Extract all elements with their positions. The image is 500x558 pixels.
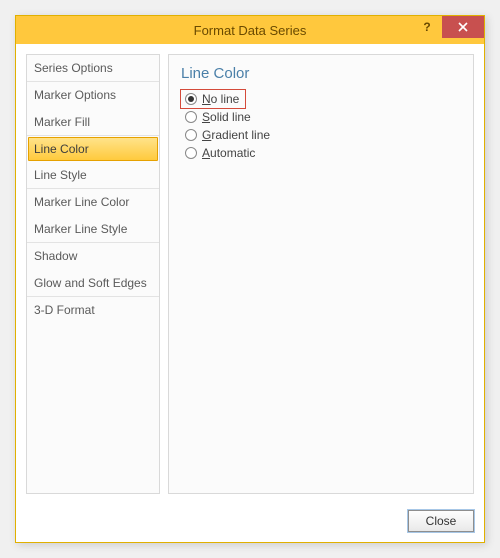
sidebar-item-series-options[interactable]: Series Options	[27, 55, 159, 82]
sidebar-item-marker-line-color[interactable]: Marker Line Color	[27, 189, 159, 216]
content-pane: Line Color No line Solid line Gradient l…	[168, 54, 474, 494]
titlebar: Format Data Series ?	[16, 16, 484, 44]
radio-icon	[185, 93, 197, 105]
sidebar-item-label: Glow and Soft Edges	[34, 276, 147, 290]
radio-option-solid-line[interactable]: Solid line	[181, 108, 461, 126]
sidebar-item-shadow[interactable]: Shadow	[27, 243, 159, 270]
sidebar-item-glow-soft-edges[interactable]: Glow and Soft Edges	[27, 270, 159, 297]
close-button-label: Close	[426, 514, 457, 528]
sidebar-item-label: Marker Line Style	[34, 222, 127, 236]
radio-icon	[185, 129, 197, 141]
sidebar-item-3d-format[interactable]: 3-D Format	[27, 297, 159, 324]
sidebar-item-label: Line Color	[34, 142, 89, 156]
sidebar-item-label: Shadow	[34, 249, 77, 263]
sidebar-item-marker-line-style[interactable]: Marker Line Style	[27, 216, 159, 243]
close-icon	[458, 22, 468, 32]
sidebar-item-marker-options[interactable]: Marker Options	[27, 82, 159, 109]
sidebar-item-line-color[interactable]: Line Color	[28, 137, 158, 161]
sidebar-item-line-style[interactable]: Line Style	[27, 162, 159, 189]
sidebar-item-label: Marker Line Color	[34, 195, 129, 209]
window-close-button[interactable]	[442, 16, 484, 38]
sidebar-item-label: 3-D Format	[34, 303, 95, 317]
sidebar-item-label: Series Options	[34, 61, 113, 75]
radio-option-gradient-line[interactable]: Gradient line	[181, 126, 461, 144]
format-data-series-dialog: Format Data Series ? Series Options Mark…	[15, 15, 485, 543]
help-icon: ?	[423, 20, 430, 34]
radio-option-no-line[interactable]: No line	[181, 90, 245, 108]
radio-label: Gradient line	[202, 128, 270, 142]
titlebar-buttons: ?	[412, 16, 484, 38]
radio-icon	[185, 111, 197, 123]
sidebar: Series Options Marker Options Marker Fil…	[26, 54, 160, 494]
radio-label: No line	[202, 92, 239, 106]
radio-label: Automatic	[202, 146, 255, 160]
radio-label: Solid line	[202, 110, 251, 124]
help-button[interactable]: ?	[412, 16, 442, 38]
radio-option-automatic[interactable]: Automatic	[181, 144, 461, 162]
close-button[interactable]: Close	[408, 510, 474, 532]
dialog-body: Series Options Marker Options Marker Fil…	[16, 44, 484, 504]
sidebar-item-label: Marker Fill	[34, 115, 90, 129]
dialog-title: Format Data Series	[194, 23, 307, 38]
pane-heading: Line Color	[181, 65, 461, 82]
sidebar-item-label: Line Style	[34, 168, 87, 182]
dialog-footer: Close	[16, 504, 484, 542]
sidebar-item-marker-fill[interactable]: Marker Fill	[27, 109, 159, 136]
sidebar-item-label: Marker Options	[34, 88, 116, 102]
radio-icon	[185, 147, 197, 159]
